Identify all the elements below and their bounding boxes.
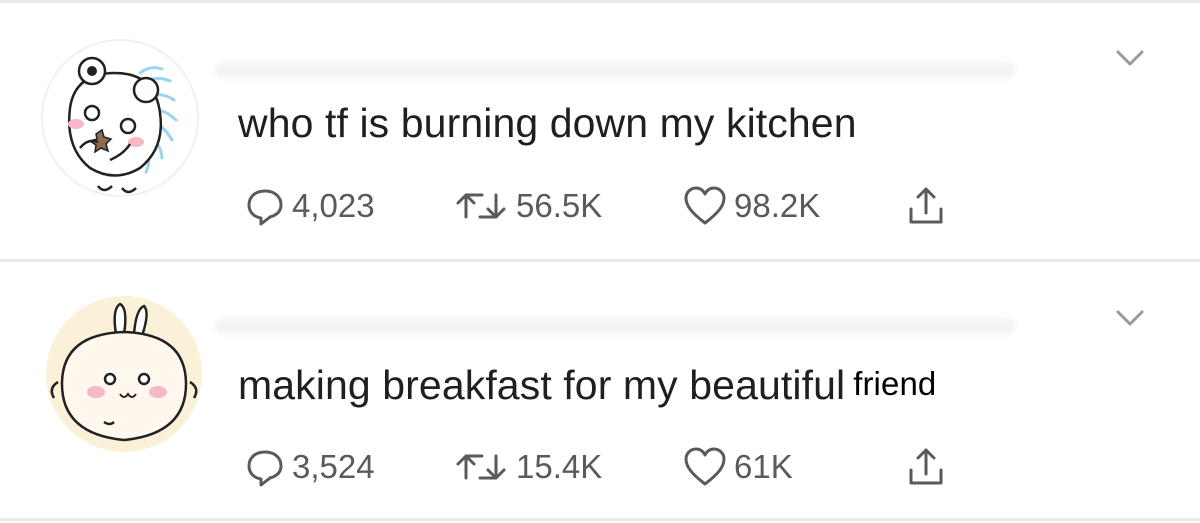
tweet-body: making breakfast for my beautiful (238, 362, 846, 408)
share-icon (909, 448, 943, 485)
reply-icon (247, 450, 283, 487)
share-button[interactable] (906, 183, 946, 229)
tweet-1[interactable]: who tf is burning down my kitchen 4,023 … (0, 0, 1200, 258)
reply-count: 4,023 (292, 187, 375, 224)
like-count: 98.2K (734, 187, 821, 224)
retweet-icon (456, 193, 506, 219)
bottom-divider (0, 518, 1200, 521)
tweet-text: who tf is burning down my kitchen (238, 100, 865, 147)
tweet-text: making breakfast for my beautiful friend (238, 362, 936, 409)
like-count: 61K (734, 448, 793, 485)
like-button[interactable]: 61K (682, 444, 793, 490)
reply-button[interactable]: 3,524 (244, 444, 375, 490)
tweet-2[interactable]: making breakfast for my beautiful friend … (0, 262, 1200, 518)
chevron-down-icon[interactable] (1115, 308, 1145, 328)
like-button[interactable]: 98.2K (682, 183, 820, 229)
tweet-actions: 4,023 56.5K 98.2K (244, 183, 1004, 229)
tweet-appended-text: friend (853, 365, 937, 402)
heart-icon (684, 186, 726, 225)
rabbit-avatar-icon[interactable] (44, 294, 204, 454)
tweet-actions: 3,524 15.4K 61K (244, 444, 1004, 490)
share-button[interactable] (906, 444, 946, 490)
retweet-button[interactable]: 15.4K (454, 444, 602, 490)
retweet-count: 56.5K (516, 187, 603, 224)
retweet-button[interactable]: 56.5K (454, 183, 602, 229)
reply-count: 3,524 (292, 448, 375, 485)
retweet-count: 15.4K (516, 448, 603, 485)
tweet-body: who tf is burning down my kitchen (238, 100, 857, 146)
chevron-down-icon[interactable] (1115, 48, 1145, 68)
author-name-blurred (215, 62, 1015, 78)
reply-icon (247, 189, 283, 226)
share-icon (909, 187, 943, 224)
author-name-blurred (215, 318, 1015, 334)
heart-icon (684, 447, 726, 486)
hamster-avatar-icon[interactable] (40, 38, 200, 198)
retweet-icon (456, 454, 506, 480)
reply-button[interactable]: 4,023 (244, 183, 375, 229)
